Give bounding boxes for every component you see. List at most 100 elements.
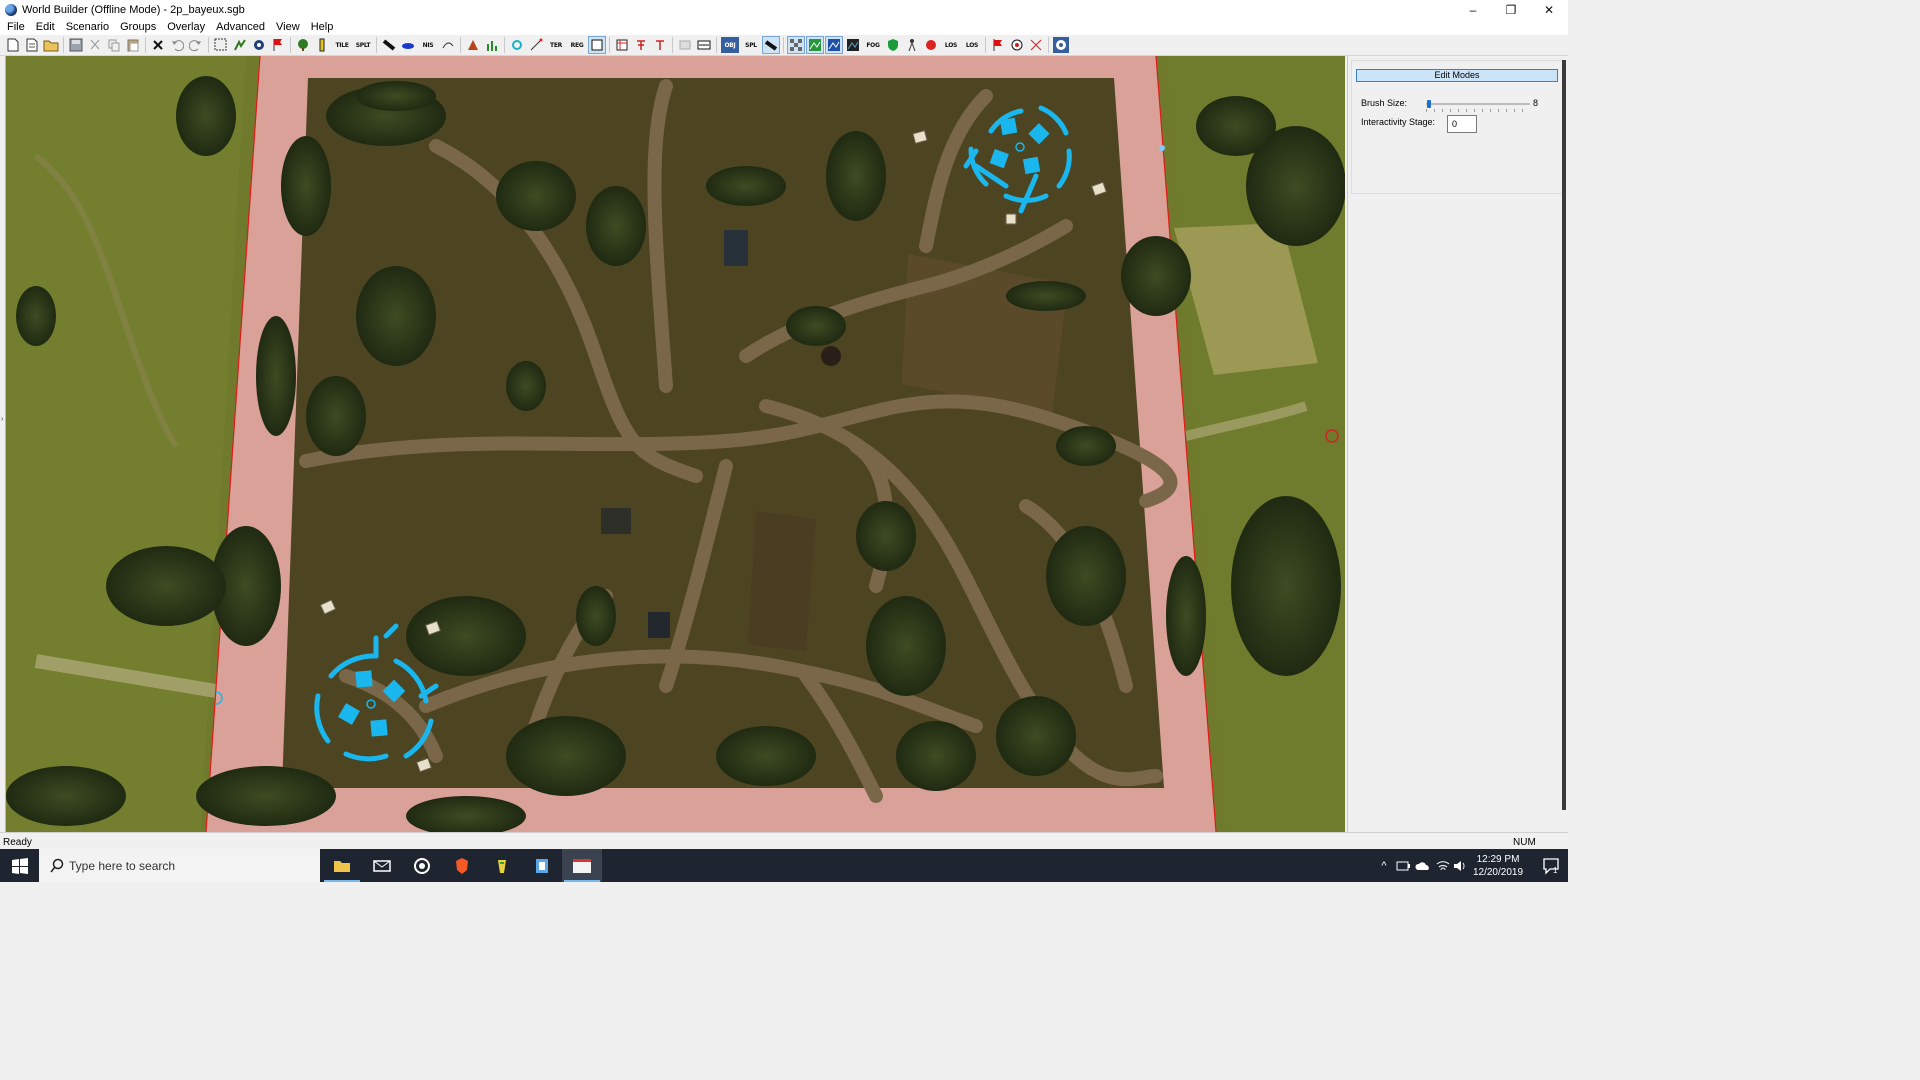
mail-icon (373, 859, 391, 872)
green-shield-icon[interactable] (885, 37, 901, 53)
trophy-icon[interactable] (314, 37, 330, 53)
frame-toggle-icon[interactable] (588, 36, 606, 54)
open-folder-icon[interactable] (43, 37, 59, 53)
water-tool-icon[interactable] (400, 37, 416, 53)
panel-scrollbar[interactable] (1562, 60, 1566, 810)
taskbar-world-builder[interactable] (562, 849, 602, 882)
blue-gear-icon[interactable] (1053, 37, 1069, 53)
settings-gear-icon[interactable] (251, 37, 267, 53)
minimize-button[interactable]: – (1454, 0, 1492, 20)
taskbar-mail[interactable] (362, 849, 402, 882)
checker-overlay-icon[interactable] (787, 36, 805, 54)
path-tool-icon[interactable] (440, 37, 456, 53)
heightmap-overlay-icon[interactable] (806, 36, 824, 54)
black-road-icon[interactable] (762, 36, 780, 54)
obj-button[interactable]: OBJ (721, 37, 739, 53)
red-flag-icon[interactable] (270, 37, 286, 53)
clock-date: 12/20/2019 (1472, 867, 1524, 878)
map-canvas[interactable] (6, 56, 1345, 832)
brush-size-slider[interactable] (1426, 100, 1530, 108)
onedrive-cloud-icon[interactable] (1414, 849, 1432, 882)
undo-icon[interactable] (169, 37, 185, 53)
cut-icon[interactable] (87, 37, 103, 53)
menu-overlay[interactable]: Overlay (163, 20, 209, 35)
running-indicator (564, 880, 600, 882)
world-builder-app-icon (573, 858, 591, 873)
save-icon[interactable] (68, 37, 84, 53)
los-button-1[interactable]: LOS (942, 37, 960, 53)
taskbar-brave[interactable] (442, 849, 482, 882)
taskbar-search-box[interactable]: Type here to search (39, 849, 320, 882)
ter-button[interactable]: TER (547, 37, 565, 53)
taskbar-steam[interactable] (402, 849, 442, 882)
marker-red-2-icon[interactable] (652, 37, 668, 53)
los-button-2[interactable]: LOS (963, 37, 981, 53)
tile-button[interactable]: TILE (333, 37, 351, 53)
menu-help[interactable]: Help (307, 20, 338, 35)
close-button[interactable]: ✕ (1530, 0, 1568, 20)
edit-modes-button[interactable]: Edit Modes (1356, 69, 1558, 82)
toolbar-separator (460, 37, 461, 53)
unit-tool-icon[interactable] (465, 37, 481, 53)
spl-button[interactable]: SPL (742, 37, 760, 53)
flag-tool-icon[interactable] (990, 37, 1006, 53)
bar-graph-icon[interactable] (484, 37, 500, 53)
nis-button[interactable]: NIS (419, 37, 437, 53)
tree-tool-icon[interactable] (295, 37, 311, 53)
running-indicator (324, 880, 360, 882)
reg-button[interactable]: REG (568, 37, 586, 53)
menu-groups[interactable]: Groups (116, 20, 160, 35)
steam-icon (414, 857, 430, 874)
battery-icon[interactable] (1394, 849, 1412, 882)
split-button[interactable]: SPLT (354, 37, 372, 53)
menu-scenario[interactable]: Scenario (62, 20, 113, 35)
fog-button[interactable]: FOG (864, 37, 882, 53)
notification-center-button[interactable]: 1 (1534, 849, 1568, 882)
grid-tool-icon[interactable] (614, 37, 630, 53)
select-region-icon[interactable] (213, 37, 229, 53)
new-scenario-icon[interactable] (24, 37, 40, 53)
start-button[interactable] (0, 849, 39, 882)
new-file-icon[interactable] (5, 37, 21, 53)
menu-view[interactable]: View (272, 20, 304, 35)
taskbar-file-explorer[interactable] (322, 849, 362, 882)
slider-track (1426, 103, 1530, 105)
colorful-app-icon (498, 859, 506, 873)
red-badge-icon[interactable] (923, 37, 939, 53)
menu-advanced[interactable]: Advanced (212, 20, 269, 35)
road-tool-icon[interactable] (381, 37, 397, 53)
terrain-paint-icon[interactable] (509, 37, 525, 53)
clock-time: 12:29 PM (1476, 854, 1520, 865)
move-tool-icon[interactable] (232, 37, 248, 53)
taskbar-app-6[interactable] (522, 849, 562, 882)
extra-tool-icon[interactable] (1028, 37, 1044, 53)
properties-panel: Edit Modes Brush Size: 8 Interactivity S… (1347, 56, 1568, 832)
menu-edit[interactable]: Edit (32, 20, 59, 35)
toolbar-separator (783, 37, 784, 53)
marker-red-icon[interactable] (633, 37, 649, 53)
interactivity-stage-input[interactable]: 0 (1447, 115, 1477, 133)
brave-lion-icon (456, 857, 468, 874)
paste-icon[interactable] (125, 37, 141, 53)
terrain-overlay-icon[interactable] (825, 36, 843, 54)
redo-icon[interactable] (188, 37, 204, 53)
restore-button[interactable]: ❐ (1492, 0, 1530, 20)
delete-icon[interactable] (150, 37, 166, 53)
soldier-icon[interactable] (904, 37, 920, 53)
point-tool-icon[interactable] (1009, 37, 1025, 53)
menu-file[interactable]: File (3, 20, 29, 35)
line-tool-icon[interactable] (528, 37, 544, 53)
wifi-icon[interactable] (1434, 849, 1452, 882)
collapse-arrow-icon[interactable]: › (1, 416, 3, 423)
slider-thumb[interactable] (1427, 100, 1431, 108)
copy-icon[interactable] (106, 37, 122, 53)
map-viewport[interactable] (6, 56, 1345, 832)
taskbar-app-5[interactable] (482, 849, 522, 882)
taskbar-clock[interactable]: 12:29 PM 12/20/2019 (1466, 853, 1530, 879)
windows-taskbar: Type here to search ^ 12:29 PM 12/20/201… (0, 849, 1568, 882)
map-overlay-icon[interactable] (845, 37, 861, 53)
texture-tool-icon[interactable] (696, 37, 712, 53)
title-bar: World Builder (Offline Mode) - 2p_bayeux… (0, 0, 1568, 20)
entry-marker (1159, 145, 1165, 151)
tray-chevron-icon[interactable]: ^ (1376, 849, 1392, 882)
